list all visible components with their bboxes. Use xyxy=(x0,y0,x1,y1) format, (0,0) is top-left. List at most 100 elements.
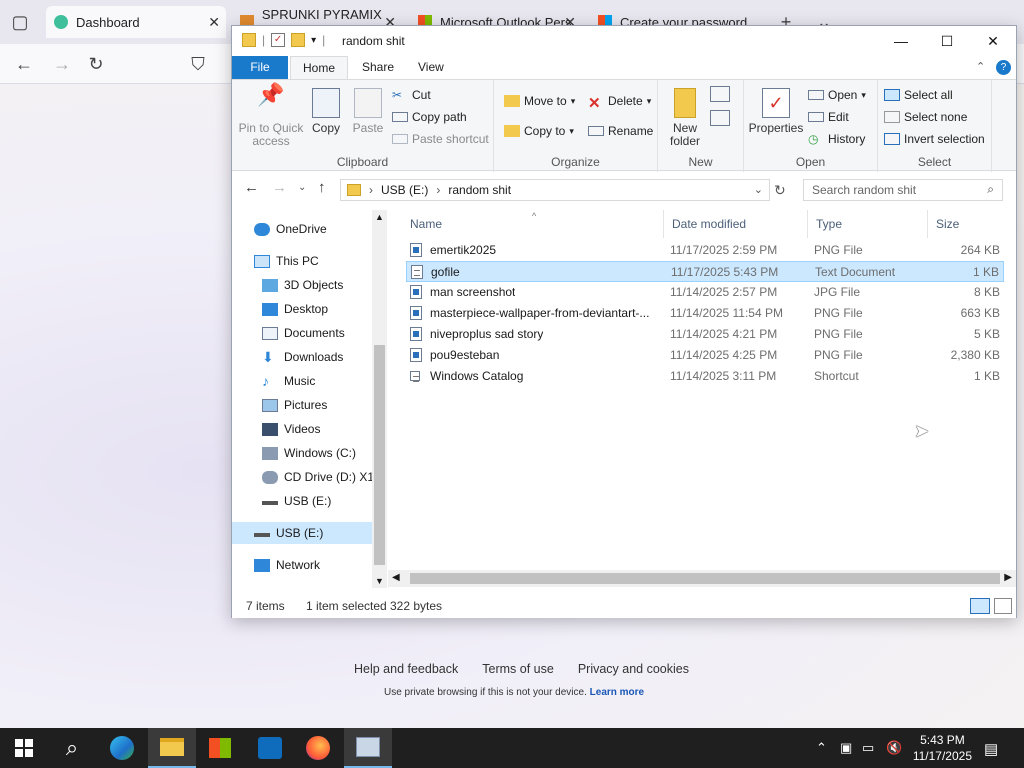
breadcrumb-chevron-icon[interactable]: › xyxy=(369,183,373,197)
network-status-icon[interactable]: ▭ xyxy=(862,740,874,756)
system-clock[interactable]: 5:43 PM 11/17/2025 xyxy=(913,732,972,764)
minimize-button[interactable]: — xyxy=(878,26,924,56)
copy-to-button[interactable]: Copy to ▾ xyxy=(504,122,574,140)
breadcrumb-chevron-icon[interactable]: › xyxy=(436,183,440,197)
learn-more-link[interactable]: Learn more xyxy=(590,687,644,698)
close-button[interactable]: ✕ xyxy=(970,26,1016,56)
back-arrow-icon[interactable]: ← xyxy=(244,179,259,196)
start-button[interactable] xyxy=(0,728,48,768)
control-panel-taskbar-icon[interactable] xyxy=(344,728,392,768)
properties-button[interactable]: ✓ Properties xyxy=(748,88,804,135)
scroll-right-icon[interactable]: ▶ xyxy=(1004,572,1012,583)
help-feedback-link[interactable]: Help and feedback xyxy=(354,662,458,676)
delete-button[interactable]: ✕ Delete ▾ xyxy=(588,92,651,112)
scroll-left-icon[interactable]: ◀ xyxy=(392,572,400,583)
shield-icon[interactable]: ⛉ xyxy=(186,52,210,76)
move-to-button[interactable]: Move to ▾ xyxy=(504,92,575,110)
file-row-selected[interactable]: gofile 11/17/2025 5:43 PM Text Document … xyxy=(406,261,1004,282)
terms-link[interactable]: Terms of use xyxy=(482,662,554,676)
help-icon[interactable]: ? xyxy=(996,60,1011,75)
horizontal-scroll-thumb[interactable] xyxy=(410,573,1000,584)
edge-taskbar-icon[interactable] xyxy=(98,728,146,768)
outlook-icon xyxy=(258,737,282,759)
forward-arrow-icon[interactable]: → xyxy=(50,52,74,76)
properties-qat-icon[interactable]: ✓ xyxy=(271,33,286,47)
easy-access-icon[interactable] xyxy=(710,110,730,126)
address-bar[interactable]: › USB (E:) › random shit ⌄ xyxy=(340,179,770,201)
forward-arrow-icon[interactable]: → xyxy=(272,179,287,196)
store-bag-icon xyxy=(209,738,231,758)
select-all-button[interactable]: Select all xyxy=(884,86,953,104)
file-name: emertik2025 xyxy=(430,243,497,257)
nav-scrollbar[interactable]: ▲ ▼ xyxy=(372,210,387,588)
rename-button[interactable]: Rename xyxy=(588,122,653,140)
select-label: Select xyxy=(917,155,952,169)
file-row[interactable]: man screenshot 11/14/2025 2:57 PM JPG Fi… xyxy=(406,282,1004,303)
scroll-up-icon[interactable]: ▲ xyxy=(375,212,384,222)
file-row[interactable]: pou9esteban 11/14/2025 4:25 PM PNG File … xyxy=(406,345,1004,366)
copy-path-button[interactable]: Copy path xyxy=(392,108,467,126)
qat-dropdown-icon[interactable]: ▾ xyxy=(311,35,316,46)
search-input[interactable]: Search random shit ⌕ xyxy=(803,179,1003,201)
new-folder-label: New folder xyxy=(669,121,701,148)
history-button[interactable]: ◷ History xyxy=(808,130,865,148)
store-taskbar-icon[interactable] xyxy=(196,728,244,768)
maximize-button[interactable]: ☐ xyxy=(924,26,970,56)
column-header-size[interactable]: Size xyxy=(928,210,1006,238)
address-dropdown-icon[interactable]: ⌄ xyxy=(754,183,763,196)
scroll-down-icon[interactable]: ▼ xyxy=(375,576,384,586)
new-folder-qat-icon[interactable] xyxy=(291,33,306,47)
up-arrow-icon[interactable]: ↑ xyxy=(318,179,326,196)
file-row[interactable]: niveproplus sad story 11/14/2025 4:21 PM… xyxy=(406,324,1004,345)
tab-overview-icon[interactable]: ▢ xyxy=(8,10,32,34)
browser-tab-dashboard[interactable]: Dashboard ✕ xyxy=(46,6,226,38)
file-row[interactable]: masterpiece-wallpaper-from-deviantart-..… xyxy=(406,303,1004,324)
column-header-name[interactable]: Name ^ xyxy=(402,210,664,238)
collapse-ribbon-icon[interactable]: ⌃ xyxy=(976,60,985,73)
new-item-icon[interactable] xyxy=(710,86,730,102)
details-view-icon[interactable] xyxy=(970,598,990,614)
back-arrow-icon[interactable]: ← xyxy=(12,52,36,76)
explorer-title-bar[interactable]: | ✓ ▾ | random shit — ☐ ✕ xyxy=(232,26,1016,56)
copy-button[interactable]: Copy xyxy=(308,88,344,135)
tab-file[interactable]: File xyxy=(232,56,288,79)
column-header-type[interactable]: Type xyxy=(808,210,928,238)
reload-icon[interactable]: ↻ xyxy=(84,52,108,76)
tab-home[interactable]: Home xyxy=(290,56,349,79)
recent-locations-icon[interactable]: ⌄ xyxy=(298,182,306,193)
file-row[interactable]: emertik2025 11/17/2025 2:59 PM PNG File … xyxy=(406,240,1004,261)
paste-button[interactable]: Paste xyxy=(350,88,386,135)
nav-item-cd-drive[interactable]: CD Drive (D:) X1( xyxy=(262,466,372,488)
edit-button[interactable]: Edit xyxy=(808,108,849,126)
pin-quick-access-button[interactable]: 📌 Pin to Quick access xyxy=(238,84,304,148)
file-explorer-taskbar-icon[interactable] xyxy=(148,728,196,768)
scissors-icon: ✂ xyxy=(392,88,403,102)
tab-share[interactable]: Share xyxy=(350,56,406,79)
privacy-link[interactable]: Privacy and cookies xyxy=(578,662,689,676)
close-tab-icon[interactable]: ✕ xyxy=(208,14,220,31)
nav-scroll-thumb[interactable] xyxy=(374,345,385,565)
large-icons-view-icon[interactable] xyxy=(994,598,1012,614)
nav-label: USB (E:) xyxy=(276,526,324,540)
cut-button[interactable]: ✂ Cut xyxy=(392,86,431,104)
outlook-taskbar-icon[interactable] xyxy=(246,728,294,768)
breadcrumb-folder[interactable]: random shit xyxy=(448,183,511,197)
invert-selection-button[interactable]: Invert selection xyxy=(884,130,985,148)
paste-shortcut-button[interactable]: Paste shortcut xyxy=(392,130,489,148)
horizontal-scrollbar[interactable]: ◀ ▶ xyxy=(388,570,1016,587)
tab-view[interactable]: View xyxy=(406,56,456,79)
select-none-button[interactable]: Select none xyxy=(884,108,967,126)
search-taskbar-icon[interactable]: ⌕ xyxy=(48,728,96,768)
show-hidden-icons-chevron-icon[interactable]: ⌃ xyxy=(816,740,827,756)
breadcrumb-usb[interactable]: USB (E:) xyxy=(381,183,428,197)
file-row[interactable]: Windows Catalog 11/14/2025 3:11 PM Short… xyxy=(406,366,1004,387)
volume-muted-icon[interactable]: 🔇 xyxy=(886,740,902,756)
notification-center-icon[interactable]: ▤ xyxy=(984,740,998,758)
new-folder-button[interactable]: New folder xyxy=(664,88,706,148)
open-button[interactable]: Open ▾ xyxy=(808,86,866,104)
firefox-taskbar-icon[interactable] xyxy=(294,728,342,768)
nav-item-usb[interactable]: USB (E:) xyxy=(232,522,372,544)
refresh-icon[interactable]: ↻ xyxy=(774,182,786,199)
column-header-date[interactable]: Date modified xyxy=(664,210,808,238)
meet-now-icon[interactable]: ▣ xyxy=(840,740,852,756)
